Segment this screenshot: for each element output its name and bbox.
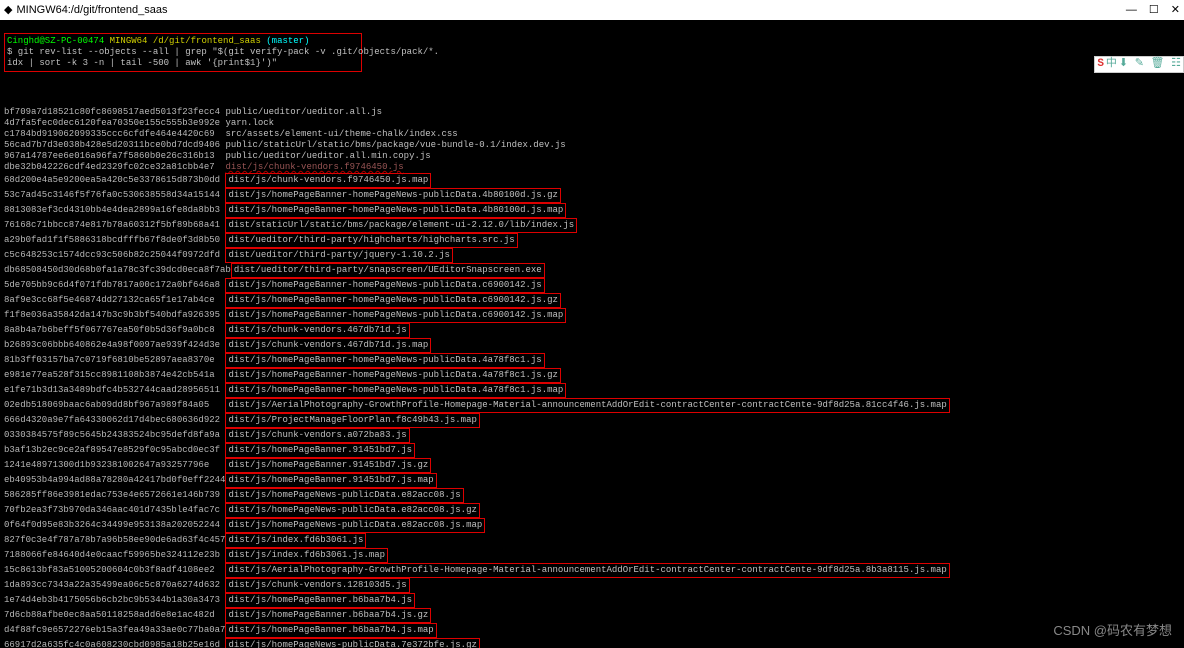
output-line: c1784bd919062099335ccc6cfdfe464e4420c69 …: [4, 129, 1180, 140]
output-line: 56cad7b7d3e038b428e5d20311bce0bd7dcd9406…: [4, 140, 1180, 151]
prompt-cwd: /d/git/frontend_saas: [153, 36, 261, 46]
output-line: 0f64f0d95e83b3264c34499e953138a202052244…: [4, 518, 1180, 533]
output-block: bf709a7d18521c80fc8698517aed5013f23fecc4…: [4, 107, 1180, 648]
output-line: 8813083ef3cd4310bb4e4dea2899a16fe8da8bb3…: [4, 203, 1180, 218]
sogou-icon: S: [1097, 59, 1104, 70]
output-line: 0330384575f89c5645b24383524bc95defd8fa9a…: [4, 428, 1180, 443]
close-button[interactable]: ✕: [1171, 5, 1180, 16]
output-line: e981e77ea528f315cc8981108b3874e42cb541a …: [4, 368, 1180, 383]
output-line: 70fb2ea3f73b970da346aac401d7435ble4fac7c…: [4, 503, 1180, 518]
command-text: $ git rev-list --objects --all | grep "$…: [7, 47, 439, 68]
output-line: 76168c71bbcc874e817b78a60312f5bf89b68a41…: [4, 218, 1180, 233]
ime-widget[interactable]: S 中 ⬇ ✎ 🗑 ☷: [1094, 56, 1184, 73]
app-icon: ◆: [4, 5, 12, 16]
output-line: 81b3ff03157ba7c0719f6810be52897aea8370e …: [4, 353, 1180, 368]
prompt-branch: (master): [266, 36, 309, 46]
output-line: 586285ff86e3981edac753e4e6572661e146b739…: [4, 488, 1180, 503]
output-line: 967a14787ee6e016a96fa7f5860b0e26c316b13 …: [4, 151, 1180, 162]
ime-tools[interactable]: ⬇ ✎ 🗑 ☷: [1119, 59, 1181, 70]
prompt-env: MINGW64: [110, 36, 148, 46]
command-box: Cinghd@SZ-PC-00474 MINGW64 /d/git/fronte…: [4, 33, 362, 72]
output-line: 5de705bb9c6d4f071fdb7817a00c172a0bf646a8…: [4, 278, 1180, 293]
output-line: bf709a7d18521c80fc8698517aed5013f23fecc4…: [4, 107, 1180, 118]
output-line: 666d4320a9e7fa64330062d17d4bec680636d922…: [4, 413, 1180, 428]
output-line: f1f8e036a35842da147b3c9b3bf540bdfa926395…: [4, 308, 1180, 323]
output-line-highlight: dbe32b042226cdf4ed2329fc02ce32a81cbb4e7 …: [4, 162, 1180, 173]
output-line: 7d6cb88afbe0ec8aa50118258add6e8e1ac482d …: [4, 608, 1180, 623]
output-line: 8af9e3cc68f5e46874dd27132ca65f1e17ab4ce …: [4, 293, 1180, 308]
output-line: 66917d2a635fc4c0a608230cbd0985a18b25e16d…: [4, 638, 1180, 648]
output-line: e1fe71b3d13a3489bdfc4b532744caad28956511…: [4, 383, 1180, 398]
output-line: 827f0c3e4f787a78b7a96b58ee90de6ad63f4c45…: [4, 533, 1180, 548]
output-line: 1e74d4eb3b4175056b6cb2bc9b5344b1a30a3473…: [4, 593, 1180, 608]
terminal[interactable]: Cinghd@SZ-PC-00474 MINGW64 /d/git/fronte…: [0, 20, 1184, 648]
output-line: 8a8b4a7b6beff5f067767ea50f0b5d36f9a0bc8 …: [4, 323, 1180, 338]
titlebar: ◆ MINGW64:/d/git/frontend_saas — ☐ ✕: [0, 0, 1184, 20]
output-line: 4d7fa5fec0dec6120fea70350e155c555b3e992e…: [4, 118, 1180, 129]
output-line: c5c648253c1574dcc93c506b82c25044f0972dfd…: [4, 248, 1180, 263]
output-line: d4f88fc9e6572276eb15a3fea49a33ae0c77ba0a…: [4, 623, 1180, 638]
ime-mode[interactable]: 中: [1106, 59, 1117, 70]
window-title: MINGW64:/d/git/frontend_saas: [16, 5, 167, 16]
output-line: b3af13b2ec9ce2af89547e8529f0c95abcd0ec3f…: [4, 443, 1180, 458]
maximize-button[interactable]: ☐: [1149, 5, 1159, 16]
output-line: 02edb518069baac6ab09dd8bf967a989f84a05 d…: [4, 398, 1180, 413]
output-line: 1241e48971300d1b932381002647a93257796e d…: [4, 458, 1180, 473]
output-line: eb40953b4a994ad88a78280a42417bd0f0eff224…: [4, 473, 1180, 488]
output-line: a29b0fad1f1f5886318bcdfffb67f8de0f3d8b50…: [4, 233, 1180, 248]
prompt-user: Cinghd@SZ-PC-00474: [7, 36, 104, 46]
output-line: db68508450d30d68b0fa1a78c3fc39dcd0eca8f7…: [4, 263, 1180, 278]
output-line: 15c8613bf83a51005200604c0b3f8adf4108ee2 …: [4, 563, 1180, 578]
output-line: 7188066fe84640d4e0caacf59965be324112e23b…: [4, 548, 1180, 563]
output-line: 1da893cc7343a22a35499ea06c5c870a6274d632…: [4, 578, 1180, 593]
output-line: 53c7ad45c3146f5f76fa0c530638558d34a15144…: [4, 188, 1180, 203]
watermark: CSDN @码农有梦想: [1053, 625, 1172, 636]
minimize-button[interactable]: —: [1126, 5, 1137, 16]
output-line: 68d200e4a5e9200ea5a420c5e3378615d873b0dd…: [4, 173, 1180, 188]
output-line: b26893c06bbb640862e4a98f0097ae939f424d3e…: [4, 338, 1180, 353]
